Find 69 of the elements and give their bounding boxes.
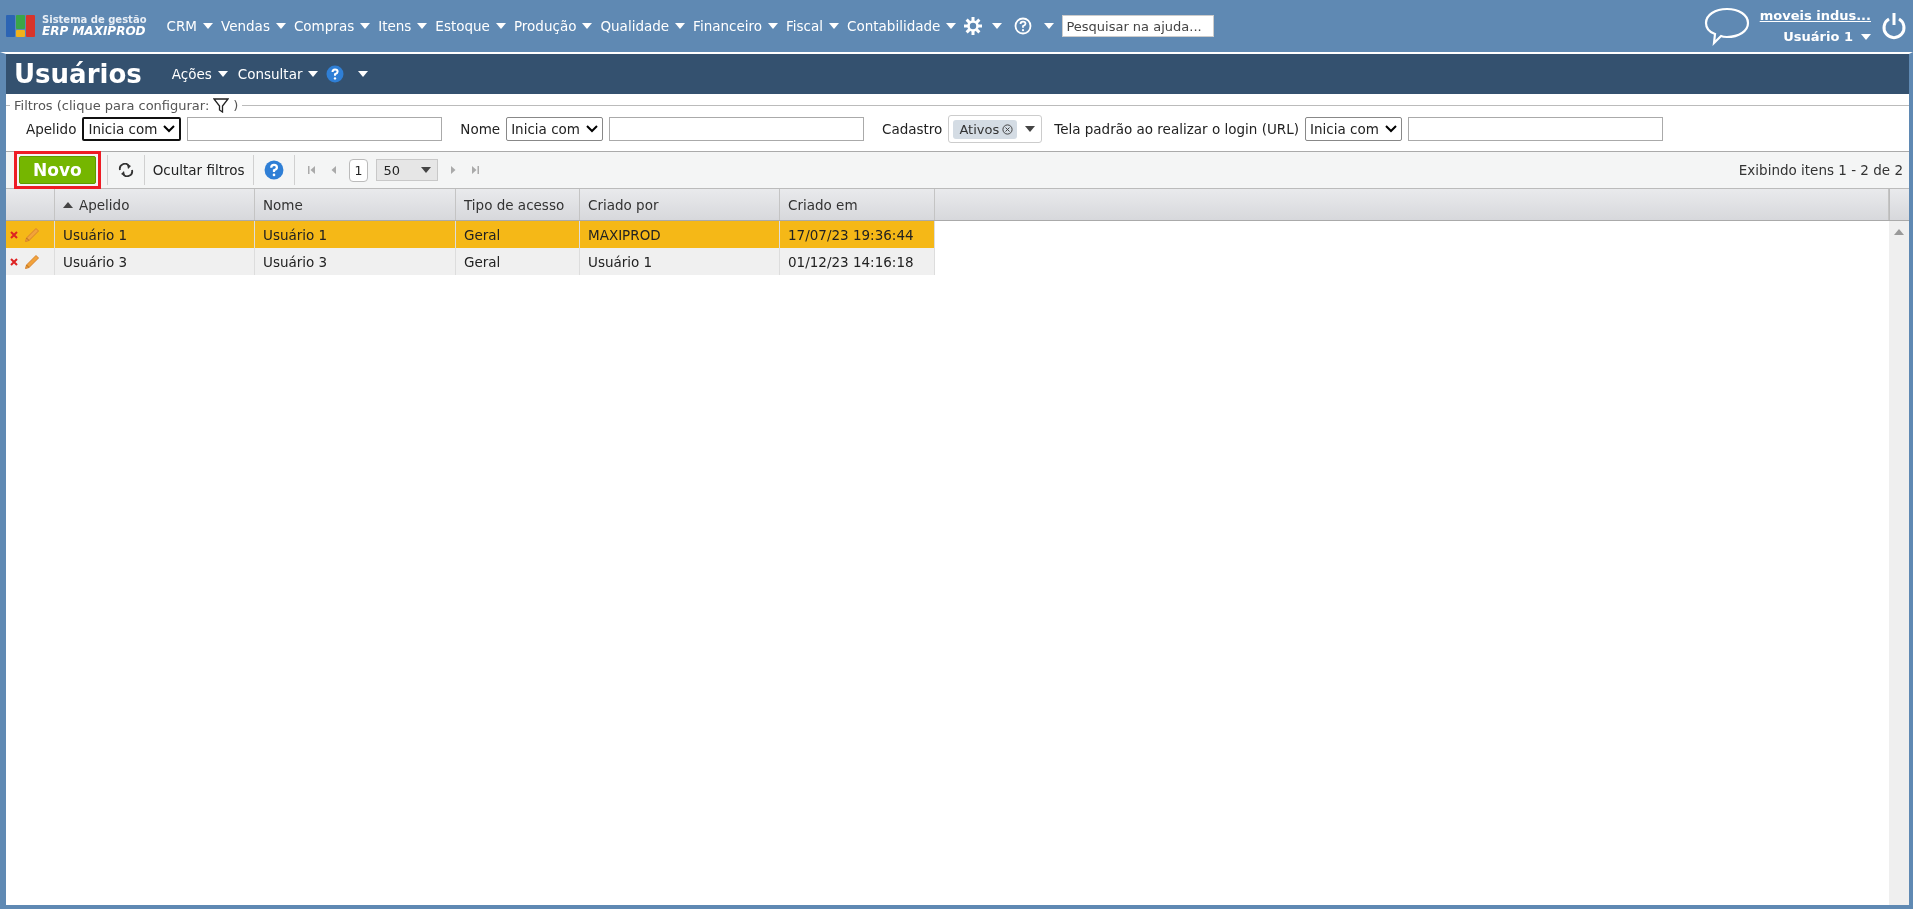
scroll-up-icon[interactable] [1894,229,1904,235]
first-page-icon[interactable] [306,165,317,175]
menu-item[interactable]: Compras [293,18,355,34]
filter-icon[interactable] [213,98,230,113]
delete-icon[interactable] [10,257,18,266]
filter-label: Apelido [26,121,77,137]
menu-item[interactable]: Estoque [435,18,490,34]
column-header[interactable]: Criado por [580,189,780,220]
filter-input-field[interactable] [609,117,864,141]
help-icon[interactable] [263,160,284,180]
help-icon[interactable] [1014,17,1033,35]
menu-item[interactable]: Vendas [221,18,270,34]
match-mode-dropdown[interactable]: Inicia com [1304,117,1402,141]
filter-input-field[interactable] [1407,117,1663,141]
menu-item[interactable]: Contabilidade [847,18,941,34]
items-summary: Exibindo itens 1 - 2 de 2 [1738,162,1903,178]
user-menu[interactable]: Usuário 1 [1783,29,1853,44]
column-header[interactable]: Criado em [780,189,935,220]
table-cell: Usuário 3 [255,248,456,275]
column-header[interactable]: Apelido [55,189,255,220]
column-header[interactable]: Tipo de acesso [456,189,580,220]
filter-label: Cadastro [882,121,943,137]
menu-item[interactable]: Qualidade [600,18,670,34]
status-multiselect[interactable]: Ativos [948,115,1043,143]
remove-tag-icon[interactable] [1001,119,1018,139]
table-row[interactable]: Usuário 1 Usuário 1 Geral MAXIPROD 17/07/23 19:36:44 [6,221,935,248]
settings-icon[interactable] [964,17,983,35]
refresh-icon[interactable] [117,163,134,177]
table-cell: 01/12/23 14:16:18 [780,248,935,275]
filter-input-field[interactable] [187,117,443,141]
menu-item[interactable]: CRM [166,18,197,34]
menu-item[interactable]: Itens [378,18,412,34]
delete-icon[interactable] [10,230,18,239]
chat-icon[interactable] [1703,6,1750,46]
column-header[interactable]: Nome [255,189,456,220]
filters-legend[interactable]: Filtros (clique para configurar: [14,98,210,113]
last-page-icon[interactable] [470,165,481,175]
filter-label: Nome [460,121,501,137]
match-mode-dropdown[interactable]: Inicia com [82,117,182,141]
action-menu[interactable]: Ações [171,66,212,82]
match-mode-dropdown[interactable]: Inicia com [506,117,603,141]
logo-subtitle: Sistema de gestão [42,13,147,25]
table-cell: Geral [456,248,580,275]
menu-item[interactable]: Produção [513,18,577,34]
table-cell: Usuário 1 [580,248,780,275]
caret-icon[interactable] [1025,126,1036,132]
filter-label: Tela padrão ao realizar o login (URL) [1054,121,1299,137]
status-tag: Ativos [953,119,1002,139]
page-title: Usuários [14,59,142,89]
page-size-dropdown[interactable]: 50 [376,159,439,181]
page-number[interactable]: 1 [348,158,369,182]
chevron-icon [586,125,598,133]
logo-icon [6,13,36,39]
action-menu[interactable]: Consultar [237,66,303,82]
scrollbar[interactable] [1889,221,1909,905]
menu-item[interactable]: Fiscal [786,18,824,34]
help-search-field[interactable]: Pesquisar na ajuda... [1062,15,1215,37]
company-link[interactable]: moveis indus... [1759,8,1871,23]
filters-legend-end: ) [233,98,239,113]
menu-item[interactable]: Financeiro [693,18,763,34]
chevron-icon [1384,125,1397,133]
hide-filters-button[interactable]: Ocultar filtros [150,162,247,178]
help-icon[interactable] [326,65,345,83]
pencil-icon[interactable] [24,253,40,270]
table-row[interactable]: Usuário 3 Usuário 3 Geral Usuário 1 01/12/23 14:16:18 [6,248,935,275]
chevron-icon [163,125,176,133]
table-cell: Usuário 3 [55,248,255,275]
power-icon[interactable] [1881,12,1907,40]
caret-icon [421,167,432,173]
